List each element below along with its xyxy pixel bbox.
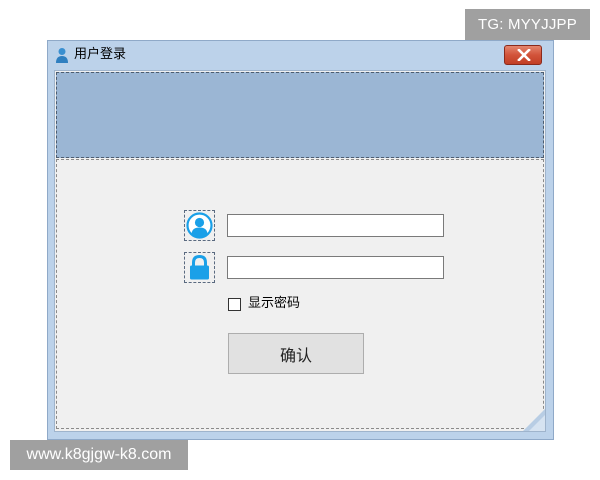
person-app-icon: [55, 47, 69, 63]
watermark-top: TG: MYYJJPP: [465, 9, 590, 40]
login-dialog: 用户登录 显示密码 确认: [47, 40, 554, 440]
show-password-label: 显示密码: [248, 296, 301, 311]
close-icon: [517, 49, 531, 61]
client-area: 显示密码 确认: [54, 70, 546, 432]
form-panel: [56, 159, 544, 429]
window-title: 用户登录: [74, 47, 127, 62]
user-icon: [184, 210, 215, 241]
title-bar[interactable]: 用户登录: [48, 41, 553, 69]
show-password-checkbox[interactable]: [228, 298, 241, 311]
close-button[interactable]: [504, 45, 542, 65]
username-input[interactable]: [227, 214, 444, 237]
lock-icon: [184, 252, 215, 283]
password-input[interactable]: [227, 256, 444, 279]
watermark-bottom: www.k8gjgw-k8.com: [10, 440, 188, 470]
resize-grip-icon[interactable]: [523, 409, 545, 431]
header-banner: [56, 72, 544, 158]
confirm-button[interactable]: 确认: [228, 333, 364, 374]
